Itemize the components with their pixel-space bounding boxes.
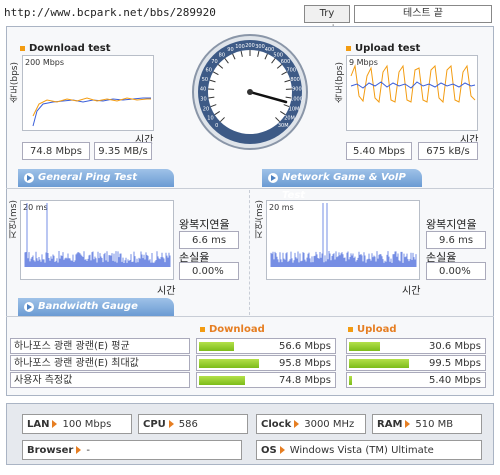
bandwidth-row-label: 사용자 측정값: [10, 372, 190, 388]
bandwidth-down-bar: [199, 376, 246, 385]
bandwidth-down-value: 56.6 Mbps: [279, 341, 331, 352]
upload-ylabel: 속도(bps): [335, 62, 345, 104]
upload-title: Upload test: [346, 43, 420, 54]
tab-network-game[interactable]: Network Game & VoIP Test: [262, 169, 422, 201]
upload-kbs: 675 kB/s: [418, 142, 478, 160]
gauge-tick-label: 40: [200, 87, 206, 93]
gauge-tick-label: 30: [200, 97, 206, 103]
try-again-button[interactable]: Try again: [304, 5, 350, 35]
speed-gauge: 0102030405060708090100 200 300400500600700…: [192, 34, 308, 150]
bandwidth-down-bar: [199, 342, 234, 351]
divider-line-2: [6, 316, 494, 317]
gauge-tick-label: 10: [207, 115, 213, 121]
gauge-tick-label: 50: [202, 77, 208, 83]
bandwidth-up-bar: [349, 376, 352, 385]
browser-info: Browser -: [22, 440, 242, 460]
bandwidth-up-bar: [349, 342, 380, 351]
download-title: Download test: [20, 43, 111, 54]
bandwidth-up-value: 30.6 Mbps: [429, 341, 481, 352]
divider-line: [6, 188, 494, 189]
gauge-tick-label: 200: [245, 43, 255, 49]
download-ylabel: 속도(bps): [10, 62, 20, 104]
game-xlabel: 시간: [402, 286, 421, 297]
gauge-tick-label: 20M: [284, 115, 295, 121]
gauge-tick-label: 500: [273, 52, 283, 58]
ping-chart: 20 ms: [20, 200, 174, 280]
gauge-tick-label: 1000: [290, 97, 303, 103]
cpu-info: CPU 586: [138, 414, 248, 434]
url-text: http://www.bcpark.net/bbs/289920: [4, 6, 216, 19]
bandwidth-up-bar: [349, 359, 410, 368]
gauge-tick-label: 800: [290, 77, 300, 83]
ping-ylabel: 지연(ms): [9, 200, 19, 239]
download-mbps: 74.8 Mbps: [22, 142, 90, 160]
bandwidth-down-cell: 95.8 Mbps: [196, 355, 336, 371]
gauge-tick-label: 300: [255, 44, 265, 50]
game-chart: 20 ms: [266, 200, 420, 280]
test-end-button[interactable]: 테스트 끝: [354, 5, 492, 23]
bandwidth-up-cell: 99.5 Mbps: [346, 355, 486, 371]
gauge-tick-label: 30M: [278, 123, 289, 129]
ping-rtt-label: 왕복지연율: [179, 218, 230, 231]
col-download-title: Download: [200, 324, 265, 335]
clock-info: Clock 3000 MHz: [256, 414, 366, 434]
game-loss: 0.00%: [426, 262, 486, 280]
gauge-tick-label: 20: [203, 106, 209, 112]
gauge-tick-label: 0: [215, 123, 218, 129]
bandwidth-down-value: 95.8 Mbps: [279, 358, 331, 369]
gauge-tick-label: 70: [211, 59, 217, 65]
game-rtt: 9.6 ms: [426, 231, 486, 249]
ram-info: RAM 510 MB: [372, 414, 482, 434]
game-rtt-label: 왕복지연율: [426, 218, 477, 231]
upload-chart: 9 Mbps: [346, 55, 478, 131]
ping-loss: 0.00%: [179, 262, 239, 280]
bandwidth-up-value: 5.40 Mbps: [429, 375, 481, 386]
gauge-tick-label: 700: [286, 67, 296, 73]
gauge-tick-label: 100: [235, 44, 245, 50]
bandwidth-down-bar: [199, 359, 260, 368]
os-info: OS Windows Vista (TM) Ultimate: [256, 440, 482, 460]
ping-rtt: 6.6 ms: [179, 231, 239, 249]
game-ylabel: 지연(ms): [255, 200, 265, 239]
bandwidth-up-cell: 5.40 Mbps: [346, 372, 486, 388]
bandwidth-down-value: 74.8 Mbps: [279, 375, 331, 386]
gauge-tick-label: 600: [281, 59, 291, 65]
bandwidth-row-label: 하나포스 광랜 광랜(E) 평균: [10, 338, 190, 354]
download-mbs: 9.35 MB/s: [94, 142, 152, 160]
gauge-tick-label: 10M: [289, 106, 300, 112]
upload-mbps: 5.40 Mbps: [346, 142, 412, 160]
lan-info: LAN 100 Mbps: [22, 414, 132, 434]
download-chart: 200 Mbps: [22, 55, 154, 131]
tab-general-ping[interactable]: General Ping Test: [18, 169, 174, 187]
gauge-tick-label: 80: [219, 52, 225, 58]
bandwidth-down-cell: 56.6 Mbps: [196, 338, 336, 354]
center-divider: [249, 190, 250, 315]
bandwidth-row-label: 하나포스 광랜 광랜(E) 최대값: [10, 355, 190, 371]
bandwidth-down-cell: 74.8 Mbps: [196, 372, 336, 388]
col-upload-title: Upload: [348, 324, 396, 335]
gauge-tick-label: 60: [206, 67, 212, 73]
ping-xlabel: 시간: [157, 286, 176, 297]
gauge-tick-label: 90: [227, 47, 233, 53]
bandwidth-up-cell: 30.6 Mbps: [346, 338, 486, 354]
tab-bandwidth-gauge[interactable]: Bandwidth Gauge: [18, 298, 174, 316]
gauge-tick-label: 900: [292, 87, 302, 93]
bandwidth-up-value: 99.5 Mbps: [429, 358, 481, 369]
